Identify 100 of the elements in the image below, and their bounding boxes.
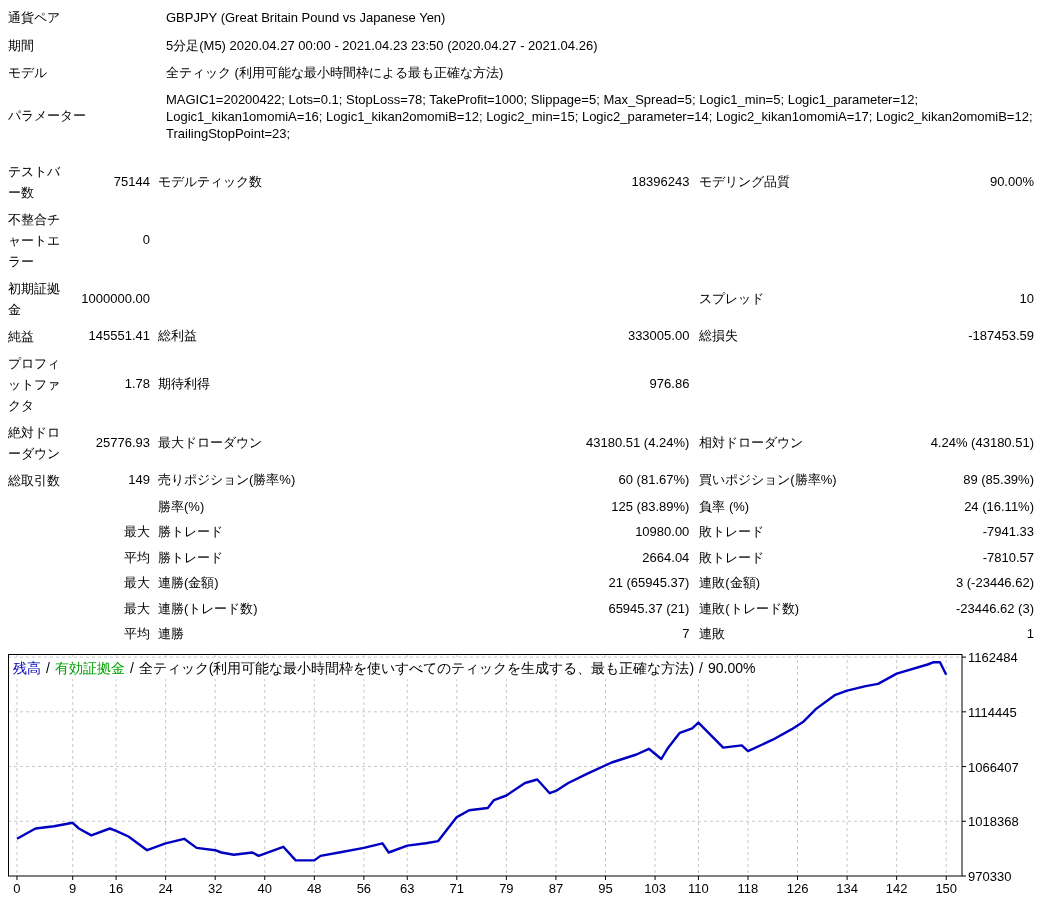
stat-label: 最大ドローダウン [158, 434, 262, 450]
y-tick-label: 1066407 [968, 759, 1019, 775]
x-tick-label: 79 [499, 880, 514, 896]
stat-label: 負率 (%) [699, 498, 750, 514]
x-tick-label: 110 [688, 880, 709, 896]
stat-label: 平均 [124, 626, 150, 641]
field-value: 5分足(M5) 2020.04.27 00:00 - 2021.04.23 23:50 (2020.04.27 - 2021.04.26) [166, 37, 598, 53]
stat-value: 7 [682, 626, 690, 641]
stat-label: 連敗(トレード数) [699, 600, 800, 616]
stat-label: 純益 [8, 327, 35, 346]
x-tick-label: 40 [257, 880, 272, 896]
legend-label: 残高 [13, 658, 41, 678]
stat-value: 24 (16.11%) [964, 498, 1034, 514]
y-tick-label: 1114445 [968, 704, 1017, 720]
stat-value: -7941.33 [982, 524, 1034, 539]
stat-label: 連勝(金額) [158, 575, 219, 590]
stat-value: 60 (81.67%) [618, 472, 690, 488]
stat-value: 25776.93 [95, 434, 150, 450]
stat-label: 連勝(トレード数) [158, 600, 258, 616]
stat-value: 90.00% [989, 173, 1034, 189]
stat-label: 勝トレード [158, 524, 223, 539]
stat-value: 1000000.00 [81, 290, 150, 306]
stat-value: 1.78 [124, 376, 150, 392]
stat-label: 連敗(金額) [699, 575, 761, 590]
stat-label: 総取引数 [8, 471, 61, 490]
stat-label: 総損失 [699, 328, 739, 344]
stat-label: 相対ドローダウン [699, 434, 804, 450]
legend-separator: / [699, 658, 703, 678]
x-tick-label: 63 [400, 880, 415, 896]
legend-separator: / [46, 658, 50, 678]
stat-value: 18396243 [631, 173, 690, 189]
field-label: パラメーター [8, 108, 86, 124]
stat-value: -23446.62 (3) [955, 600, 1034, 616]
stat-value: 2664.04 [642, 549, 690, 565]
stat-label: 売りポジション(勝率%) [158, 472, 296, 488]
stat-label: モデリング品質 [699, 173, 791, 189]
stat-label: スプレッド [699, 290, 765, 306]
stat-value: 10 [1019, 290, 1034, 306]
x-tick-label: 87 [548, 880, 564, 896]
stat-value: -187453.59 [968, 328, 1034, 344]
stat-value: 21 (65945.37) [608, 575, 690, 590]
x-tick-label: 32 [207, 880, 223, 896]
stat-value: -7810.57 [982, 549, 1034, 565]
stat-value: 89 (85.39%) [963, 472, 1034, 488]
stat-label: テストバー数 [8, 162, 61, 202]
stat-label: 最大 [124, 575, 150, 590]
legend-label: 90.00% [708, 658, 756, 678]
stat-value: 1 [1026, 626, 1034, 641]
stat-label: モデルティック数 [158, 173, 262, 189]
x-tick-label: 0 [13, 880, 21, 896]
x-tick-label: 103 [644, 880, 666, 896]
y-tick-label: 1162484 [968, 650, 1018, 665]
x-tick-label: 134 [836, 880, 858, 896]
x-tick-label: 118 [737, 880, 759, 896]
field-label: 期間 [8, 37, 34, 53]
stat-value: 149 [128, 472, 150, 488]
legend-label: 全ティック(利用可能な最小時間枠を使いすべてのティックを生成する、最も正確な方法) [138, 658, 695, 678]
x-tick-label: 48 [307, 880, 322, 896]
stat-label: 買いポジション(勝率%) [699, 472, 837, 488]
stat-label: 連勝 [158, 626, 184, 641]
stat-value: 125 (83.89%) [611, 498, 690, 514]
stat-value: 43180.51 (4.24%) [586, 434, 690, 450]
stat-label: 敗トレード [699, 524, 765, 539]
field-label: モデル [8, 65, 47, 80]
stat-value: 75144 [113, 173, 150, 189]
field-value: 全ティック (利用可能な最小時間枠による最も正確な方法) [166, 65, 504, 81]
stat-label: 連敗 [699, 626, 726, 641]
stat-value: 10980.00 [635, 524, 690, 539]
stat-label: 総利益 [158, 328, 197, 344]
x-tick-label: 16 [108, 880, 124, 896]
field-value: GBPJPY (Great Britain Pound vs Japanese Yen) [166, 10, 446, 26]
field-value: MAGIC1=20200422; Lots=0.1; StopLoss=78; TakeProfit=1000; Slippage=5; Max_Spread=5; Logic1_min=5; Logic1_parameter=12; Logic1_kikan1omomiA=16; Logic1_kikan2omomiB=12; Logic2_min=15; Logic2_parameter=14; Logic2_kikan1omomiA=17; Logic2_kikan2omomiB=12; TrailingStopPoint=23; [166, 91, 1033, 141]
x-tick-label: 150 [935, 880, 958, 896]
stat-label: 最大 [124, 524, 150, 539]
stat-value: 145551.41 [88, 328, 150, 344]
stat-label: 敗トレード [699, 549, 765, 565]
y-tick-label: 970330 [968, 868, 1012, 884]
stat-label: 期待利得 [158, 376, 210, 392]
stat-value: 3 (-23446.62) [955, 575, 1034, 590]
y-tick-label: 1018368 [968, 813, 1019, 829]
stat-label: 初期証拠金 [8, 279, 61, 319]
stat-value: 976.86 [649, 376, 690, 392]
stat-label: 不整合チャートエラー [8, 210, 61, 271]
stat-value: 0 [142, 232, 150, 248]
stat-value: 333005.00 [627, 328, 690, 344]
x-tick-label: 71 [449, 880, 465, 896]
x-tick-label: 142 [885, 880, 908, 896]
x-tick-label: 126 [786, 880, 809, 896]
x-tick-label: 95 [598, 880, 613, 896]
field-label: 通貨ペア [8, 10, 60, 25]
x-tick-label: 9 [69, 880, 77, 896]
stat-value: 4.24% (43180.51) [930, 434, 1034, 450]
stat-label: 平均 [124, 549, 150, 565]
x-tick-label: 56 [356, 880, 372, 896]
legend-separator: / [129, 658, 134, 678]
stat-label: 最大 [124, 600, 150, 616]
stat-label: 絶対ドローダウン [8, 423, 61, 463]
stat-label: 勝率(%) [158, 498, 205, 514]
stat-label: 勝トレード [158, 549, 223, 565]
stat-value: 65945.37 (21) [608, 600, 690, 616]
